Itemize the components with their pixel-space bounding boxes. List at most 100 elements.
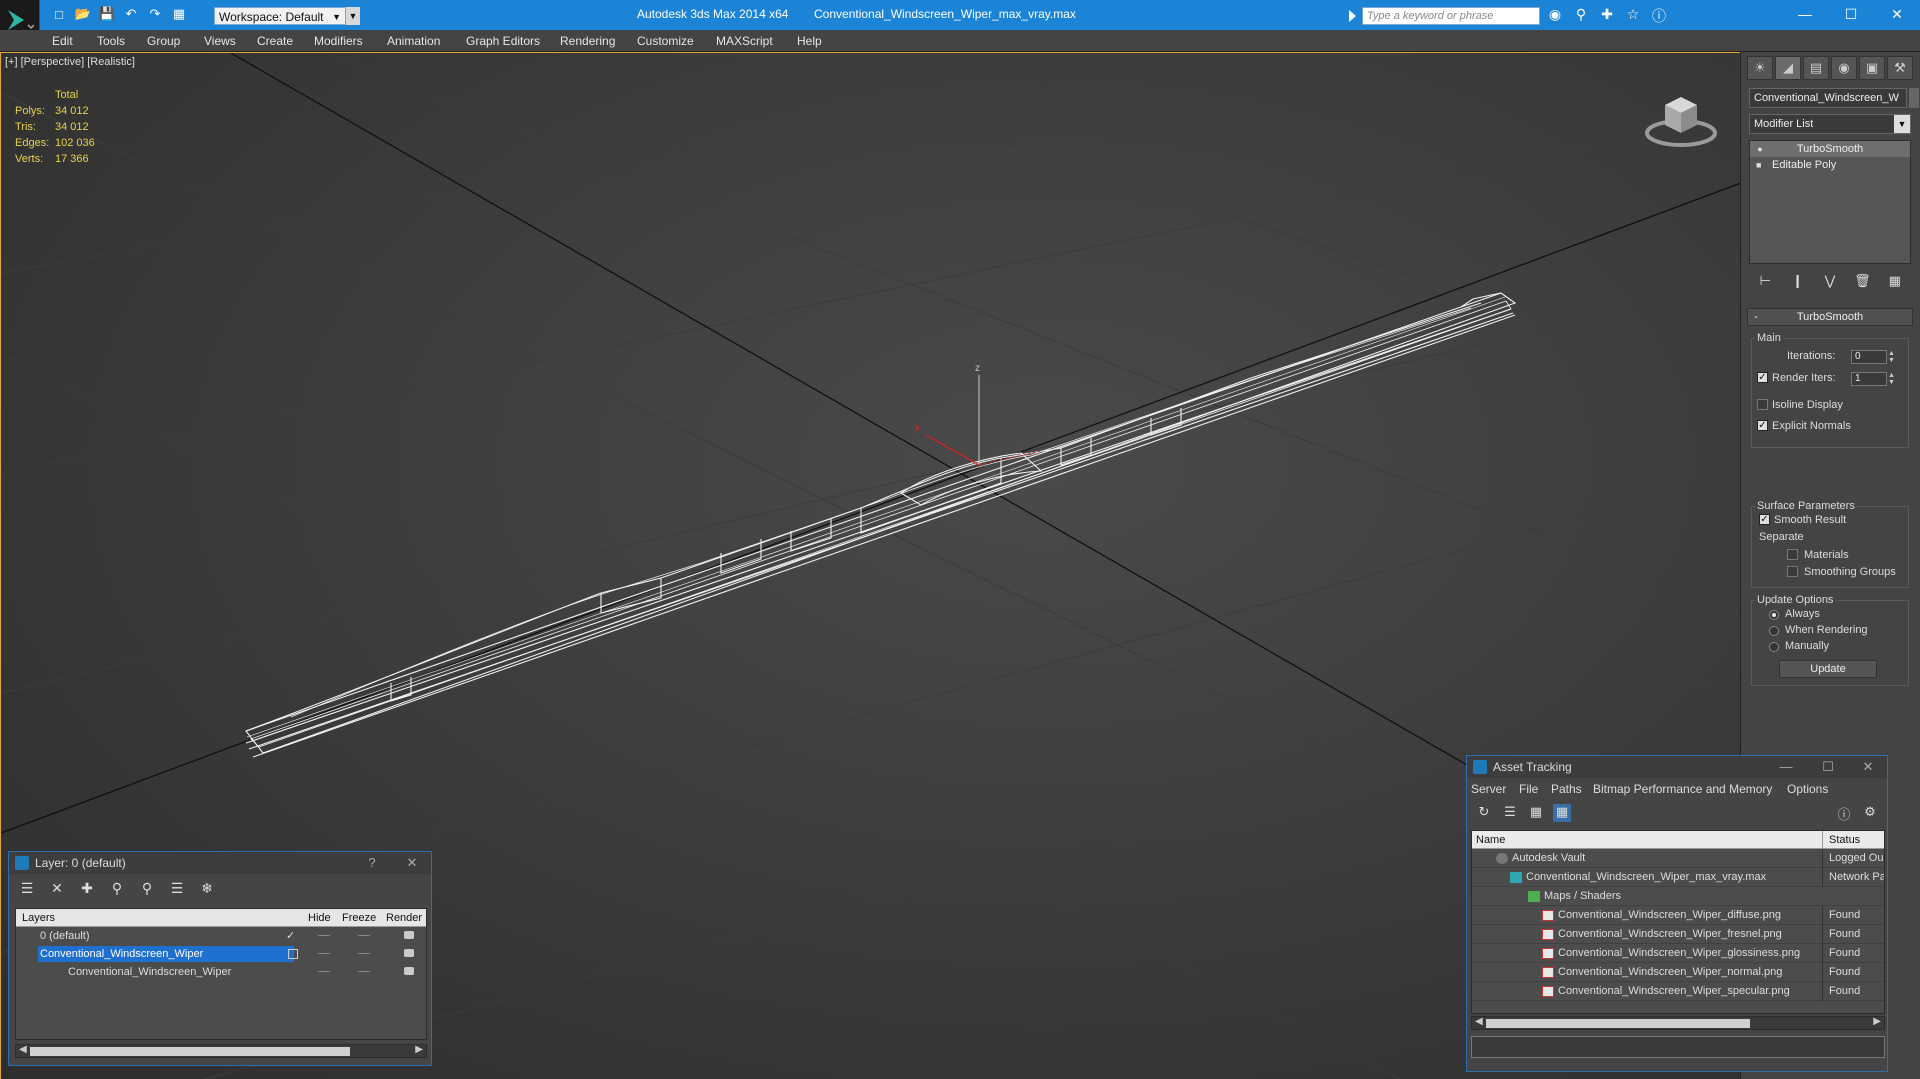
scroll-left-icon[interactable]: ◀ bbox=[19, 1044, 27, 1055]
asset-row[interactable]: Conventional_Windscreen_Wiper_normal.png… bbox=[1472, 963, 1884, 982]
asset-menu-server[interactable]: Server bbox=[1471, 782, 1506, 796]
materials-checkbox[interactable] bbox=[1787, 549, 1798, 560]
set-active-box[interactable] bbox=[288, 949, 298, 959]
layers-column-header[interactable]: Layers bbox=[22, 909, 55, 927]
subscription-icon[interactable]: ⚲ bbox=[1572, 6, 1590, 26]
render-iters-checkbox[interactable]: ✓ bbox=[1757, 372, 1768, 383]
modifier-list-dropdown[interactable]: Modifier List ▼ bbox=[1749, 114, 1911, 134]
render-teapot-icon[interactable] bbox=[404, 949, 414, 957]
minimize-icon[interactable]: — bbox=[1782, 0, 1828, 30]
modify-tab-icon[interactable]: ◢ bbox=[1775, 56, 1801, 80]
menu-help[interactable]: Help bbox=[797, 34, 822, 48]
help-icon[interactable]: ? bbox=[357, 852, 387, 874]
viewcube-icon[interactable] bbox=[1641, 83, 1721, 153]
viewport-label[interactable]: [+] [Perspective] [Realistic] bbox=[5, 56, 135, 68]
menu-customize[interactable]: Customize bbox=[637, 34, 694, 48]
layer-object-row[interactable]: Conventional_Windscreen_Wiper bbox=[16, 963, 426, 981]
hide-toggle[interactable] bbox=[318, 971, 330, 972]
stack-item-turbosmooth[interactable]: ● TurboSmooth bbox=[1750, 141, 1910, 157]
close-icon[interactable]: ✕ bbox=[397, 852, 427, 874]
scroll-right-icon[interactable]: ▶ bbox=[1873, 1016, 1881, 1027]
asset-row[interactable]: Conventional_Windscreen_Wiper_max_vray.m… bbox=[1472, 868, 1884, 887]
asset-settings-icon[interactable]: ⚙ bbox=[1861, 804, 1879, 822]
make-unique-icon[interactable]: ⋁ bbox=[1821, 273, 1839, 289]
project-folder-icon[interactable]: ▦ bbox=[170, 6, 188, 22]
table-view-icon[interactable]: ▦ bbox=[1553, 804, 1571, 822]
hide-column-header[interactable]: Hide bbox=[308, 909, 331, 927]
layer-horizontal-scrollbar[interactable]: ◀ ▶ bbox=[15, 1044, 427, 1058]
close-icon[interactable]: ✕ bbox=[1874, 0, 1920, 30]
freeze-column-header[interactable]: Freeze bbox=[342, 909, 376, 927]
asset-row[interactable]: Maps / Shaders bbox=[1472, 887, 1884, 906]
highlight-layer-icon[interactable]: ⚲ bbox=[137, 880, 157, 898]
freeze-toggle[interactable] bbox=[358, 935, 370, 936]
create-tab-icon[interactable]: ☀ bbox=[1747, 56, 1773, 80]
select-objects-icon[interactable]: ⚲ bbox=[107, 880, 127, 898]
asset-menu-options[interactable]: Options bbox=[1787, 782, 1828, 796]
hide-toggle[interactable] bbox=[318, 953, 330, 954]
undo-icon[interactable]: ↶ bbox=[122, 6, 140, 22]
hide-all-layers-icon[interactable]: ☰ bbox=[167, 880, 187, 898]
freeze-toggle[interactable] bbox=[358, 953, 370, 954]
pin-stack-icon[interactable]: ⊢ bbox=[1756, 273, 1774, 289]
minimize-icon[interactable]: — bbox=[1771, 756, 1801, 778]
asset-path-field[interactable] bbox=[1471, 1036, 1885, 1058]
render-teapot-icon[interactable] bbox=[404, 967, 414, 975]
smooth-result-checkbox[interactable]: ✓ bbox=[1759, 514, 1770, 525]
add-to-layer-icon[interactable]: ✚ bbox=[77, 880, 97, 898]
menu-edit[interactable]: Edit bbox=[52, 34, 73, 48]
menu-create[interactable]: Create bbox=[257, 34, 293, 48]
iterations-spinner[interactable]: 0 ▲ ▼ bbox=[1851, 350, 1895, 364]
new-file-icon[interactable]: □ bbox=[50, 6, 68, 22]
save-icon[interactable]: 💾 bbox=[98, 6, 116, 22]
hide-toggle[interactable] bbox=[318, 935, 330, 936]
menu-animation[interactable]: Animation bbox=[387, 34, 440, 48]
motion-tab-icon[interactable]: ◉ bbox=[1831, 56, 1857, 80]
always-radio[interactable] bbox=[1769, 610, 1779, 620]
smoothing-groups-checkbox[interactable] bbox=[1787, 566, 1798, 577]
hierarchy-tab-icon[interactable]: ▤ bbox=[1803, 56, 1829, 80]
asset-row[interactable]: Conventional_Windscreen_Wiper_glossiness… bbox=[1472, 944, 1884, 963]
close-icon[interactable]: ✕ bbox=[1853, 756, 1883, 778]
name-column-header[interactable]: Name bbox=[1476, 831, 1505, 849]
create-layer-icon[interactable]: ☰ bbox=[17, 880, 37, 898]
spinner-arrows-icon[interactable]: ▲ ▼ bbox=[1887, 372, 1896, 386]
menu-views[interactable]: Views bbox=[204, 34, 236, 48]
binoculars-icon[interactable]: ◉ bbox=[1546, 6, 1564, 26]
spinner-arrows-icon[interactable]: ▲ ▼ bbox=[1887, 350, 1896, 364]
scroll-right-icon[interactable]: ▶ bbox=[415, 1044, 423, 1055]
isoline-display-checkbox[interactable] bbox=[1757, 399, 1768, 410]
turbosmooth-rollout-header[interactable]: - TurboSmooth bbox=[1747, 308, 1913, 326]
active-layer-check-icon[interactable]: ✓ bbox=[286, 927, 295, 945]
asset-menu-bitmap-performance[interactable]: Bitmap Performance and Memory bbox=[1593, 782, 1772, 796]
show-end-result-icon[interactable]: ❙ bbox=[1789, 273, 1807, 289]
list-view-icon[interactable]: ☰ bbox=[1501, 804, 1519, 822]
stack-item-editable-poly[interactable]: ■ Editable Poly bbox=[1750, 157, 1910, 173]
layer-window-titlebar[interactable]: Layer: 0 (default) ? ✕ bbox=[9, 852, 431, 874]
maximize-icon[interactable]: ☐ bbox=[1813, 756, 1843, 778]
explicit-normals-checkbox[interactable]: ✓ bbox=[1757, 420, 1768, 431]
object-name-field[interactable]: Conventional_Windscreen_W bbox=[1749, 88, 1907, 108]
search-input[interactable]: Type a keyword or phrase bbox=[1362, 7, 1540, 25]
asset-help-icon[interactable]: ⓘ bbox=[1835, 804, 1853, 822]
communication-icon[interactable]: ✚ bbox=[1598, 6, 1616, 26]
asset-horizontal-scrollbar[interactable]: ◀ ▶ bbox=[1471, 1016, 1885, 1030]
asset-row[interactable]: Conventional_Windscreen_Wiper_diffuse.pn… bbox=[1472, 906, 1884, 925]
display-tab-icon[interactable]: ▣ bbox=[1859, 56, 1885, 80]
asset-menu-paths[interactable]: Paths bbox=[1551, 782, 1582, 796]
render-iters-spinner[interactable]: 1 ▲ ▼ bbox=[1851, 372, 1895, 386]
lightbulb-icon[interactable]: ● bbox=[1756, 144, 1764, 154]
refresh-icon[interactable]: ↻ bbox=[1475, 804, 1493, 822]
menu-modifiers[interactable]: Modifiers bbox=[314, 34, 363, 48]
workspace-menu-button[interactable]: ▼ bbox=[346, 7, 360, 25]
asset-window-titlebar[interactable]: Asset Tracking — ☐ ✕ bbox=[1467, 756, 1887, 778]
open-file-icon[interactable]: 📂 bbox=[74, 6, 92, 22]
asset-row[interactable]: Conventional_Windscreen_Wiper_fresnel.pn… bbox=[1472, 925, 1884, 944]
detail-view-icon[interactable]: ▦ bbox=[1527, 804, 1545, 822]
menu-rendering[interactable]: Rendering bbox=[560, 34, 615, 48]
configure-sets-icon[interactable]: ▦ bbox=[1886, 273, 1904, 289]
maximize-icon[interactable]: ☐ bbox=[1828, 0, 1874, 30]
favorites-star-icon[interactable]: ☆ bbox=[1624, 6, 1642, 26]
object-color-swatch[interactable] bbox=[1909, 88, 1919, 108]
scroll-thumb[interactable] bbox=[30, 1047, 350, 1056]
